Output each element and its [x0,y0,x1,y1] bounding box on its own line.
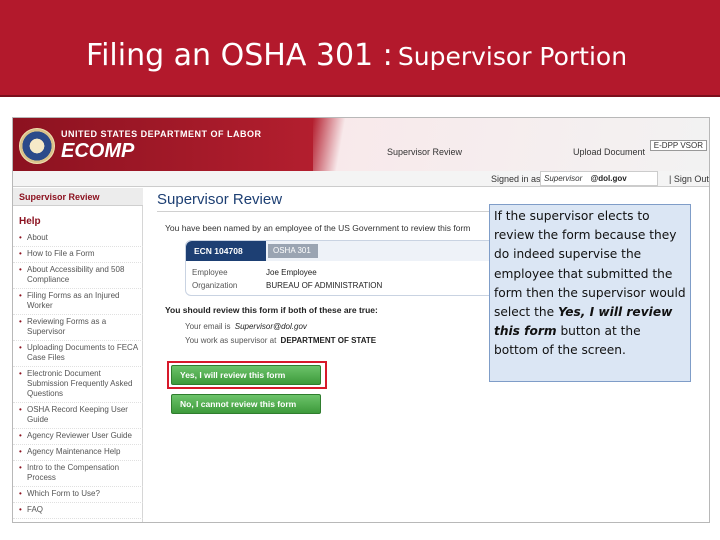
no-review-button[interactable]: No, I cannot review this form [171,394,321,414]
email-value: Supervisor@dol.gov [234,322,307,331]
app-header: UNITED STATES DEPARTMENT OF LABOR ECOMP … [13,118,709,171]
slide-title-sub: Supervisor Portion [397,42,628,71]
employee-value: Joe Employee [266,268,317,277]
case-tabs: ECN 104708 OSHA 301 [186,241,494,261]
instruction-callout: If the supervisor elects to review the f… [489,204,691,382]
organization-value: BUREAU OF ADMINISTRATION [266,281,383,290]
department-name: UNITED STATES DEPARTMENT OF LABOR [61,129,262,139]
callout-text: If the supervisor elects to review the f… [494,209,686,320]
sidebar-help-list: About How to File a Form About Accessibi… [13,231,143,519]
ecn-tab[interactable]: ECN 104708 [186,241,266,261]
dol-seal-icon [19,128,55,164]
user-domain: @dol.gov [590,174,627,183]
form-tab[interactable]: OSHA 301 [268,244,318,258]
sidebar-item-supervisor[interactable]: Reviewing Forms as a Supervisor [13,315,143,341]
nav-upload-document[interactable]: Upload Document [573,147,645,157]
criteria-email: Your email is Supervisor@dol.gov [185,322,307,331]
employee-label: Employee [192,268,228,277]
sidebar-item-which-form[interactable]: Which Form to Use? [13,487,143,503]
signed-in-label: Signed in as [491,174,541,184]
slide-title-band: Filing an OSHA 301 : Supervisor Portion [0,0,720,97]
agency-value: DEPARTMENT OF STATE [280,336,377,345]
should-review-text: You should review this form if both of t… [165,305,378,315]
intro-text: You have been named by an employee of th… [165,223,471,233]
sidebar-item-agency-maintenance[interactable]: Agency Maintenance Help [13,445,143,461]
sidebar-item-accessibility[interactable]: About Accessibility and 508 Compliance [13,263,143,289]
sidebar-item-uploading[interactable]: Uploading Documents to FECA Case Files [13,341,143,367]
user-strip: Signed in as Supervisor @dol.gov | Sign … [13,171,709,187]
email-label: Your email is [185,322,231,331]
sidebar: Supervisor Review Help About How to File… [13,188,143,522]
case-summary: ECN 104708 OSHA 301 Employee Joe Employe… [185,240,495,296]
sidebar-item-faq-submission[interactable]: Electronic Document Submission Frequentl… [13,367,143,403]
sidebar-item-about[interactable]: About [13,231,143,247]
slide-title: Filing an OSHA 301 : Supervisor Portion [86,38,627,73]
sidebar-header[interactable]: Supervisor Review [13,188,143,206]
organization-row: Organization BUREAU OF ADMINISTRATION [192,281,382,290]
sidebar-help-heading: Help [19,216,41,227]
user-name: Supervisor [544,174,583,183]
sidebar-item-osha-guide[interactable]: OSHA Record Keeping User Guide [13,403,143,429]
sidebar-item-faq[interactable]: FAQ [13,503,143,519]
sign-out-link[interactable]: | Sign Out [669,174,709,184]
employee-row: Employee Joe Employee [192,268,317,277]
app-logo[interactable]: ECOMP [61,140,134,163]
user-email: Supervisor @dol.gov [540,171,658,186]
yes-review-button[interactable]: Yes, I will review this form [171,365,321,385]
sidebar-item-compensation[interactable]: Intro to the Compensation Process [13,461,143,487]
help-link[interactable]: E-DPP VSOR [649,140,707,151]
slide-title-main: Filing an OSHA 301 : [86,38,393,73]
organization-label: Organization [192,281,238,290]
nav-supervisor-review[interactable]: Supervisor Review [387,147,462,157]
sidebar-item-injured-worker[interactable]: Filing Forms as an Injured Worker [13,289,143,315]
agency-label: You work as supervisor at [185,336,277,345]
page-title: Supervisor Review [157,191,497,212]
sidebar-item-agency-reviewer[interactable]: Agency Reviewer User Guide [13,429,143,445]
criteria-agency: You work as supervisor at DEPARTMENT OF … [185,336,376,345]
sidebar-item-how-to-file[interactable]: How to File a Form [13,247,143,263]
